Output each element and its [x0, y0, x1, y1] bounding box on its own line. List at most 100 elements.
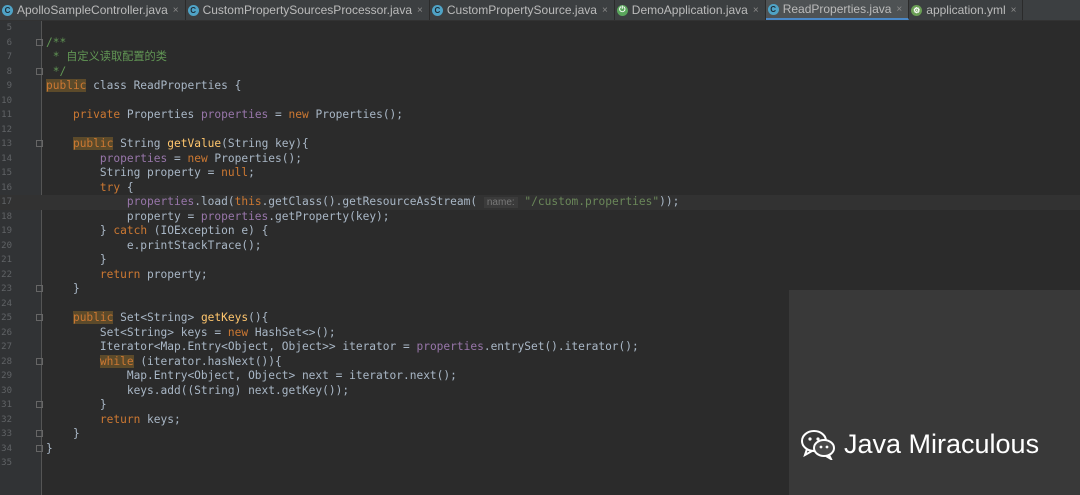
fold-icon[interactable] — [36, 314, 43, 321]
code-text: .entrySet().iterator(); — [483, 340, 639, 353]
code-text: HashSet<>(); — [248, 325, 336, 339]
close-icon[interactable]: × — [1011, 5, 1017, 16]
line-number: 6 — [6, 37, 12, 48]
field: properties — [416, 340, 484, 353]
code-text: e.printStackTrace(); — [126, 238, 262, 252]
keyword: public — [72, 311, 114, 324]
line-number: 18 — [1, 211, 12, 222]
code-text: (String key){ — [221, 137, 309, 150]
fold-icon[interactable] — [36, 67, 43, 75]
yml-icon: ⚙ — [911, 4, 923, 16]
code-text: .getProperty(key); — [268, 209, 390, 223]
code-text: .load( — [194, 195, 235, 208]
line-number: 29 — [1, 371, 12, 381]
tab-label: ApolloSampleController.java — [17, 3, 168, 17]
code-line-current: 17 properties.load(this.getClass().getRe… — [0, 195, 1080, 210]
tab-label: CustomPropertySource.java — [446, 3, 597, 17]
tab-apollo-sample-controller[interactable]: C ApolloSampleController.java × — [0, 0, 186, 20]
close-icon[interactable]: × — [173, 5, 179, 16]
code-text: = — [167, 151, 188, 165]
line-number: 10 — [1, 95, 12, 106]
code-line: 15 String property = null; — [0, 166, 1080, 181]
fold-icon[interactable] — [36, 140, 43, 147]
code-text: property = — [126, 209, 201, 223]
fold-icon[interactable] — [36, 357, 43, 365]
code-line: 21 } — [0, 253, 1080, 268]
code-line: 16 try { — [0, 181, 1080, 196]
code-text: } — [99, 224, 114, 237]
watermark-overlay — [789, 290, 1080, 495]
watermark: Java Miraculous — [800, 428, 1039, 460]
keyword: new — [227, 325, 249, 339]
line-number: 22 — [1, 269, 12, 280]
keyword: return — [99, 267, 141, 281]
class-icon: C — [2, 4, 13, 16]
code-text: Set<String> — [113, 311, 201, 324]
line-number: 9 — [6, 81, 12, 91]
string-literal: "/custom.properties" — [524, 195, 660, 208]
code-line: 6 /** — [0, 36, 1080, 51]
code-text: Map.Entry<Object, Object> next = iterato… — [126, 369, 457, 382]
fold-icon[interactable] — [36, 444, 43, 452]
code-line: 18 property = properties.getProperty(key… — [0, 210, 1080, 225]
field: properties — [200, 108, 269, 121]
doc-comment: * 自定义读取配置的类 — [46, 50, 167, 63]
watermark-text: Java Miraculous — [844, 428, 1040, 459]
parameter-hint: name: — [483, 197, 518, 208]
code-text: Iterator<Map.Entry<Object, Object>> iter… — [99, 340, 417, 353]
code-line: 11 private Properties properties = new P… — [0, 108, 1080, 123]
code-line: 10 — [0, 94, 1080, 109]
code-text: keys; — [140, 412, 181, 426]
line-number: 13 — [1, 139, 12, 149]
code-text: class ReadProperties { — [86, 79, 242, 92]
code-text: { — [120, 180, 134, 194]
code-line: 19 } catch (IOException e) { — [0, 224, 1080, 239]
line-number: 14 — [1, 153, 12, 164]
tab-custom-property-sources-processor[interactable]: C CustomPropertySourcesProcessor.java × — [186, 0, 430, 20]
line-number: 28 — [1, 356, 12, 367]
line-number: 5 — [6, 23, 12, 33]
code-text: = — [268, 108, 289, 121]
code-line: 12 — [0, 123, 1080, 138]
tab-demo-application[interactable]: ⏻ DemoApplication.java × — [615, 0, 766, 20]
line-number: 11 — [1, 110, 12, 120]
tab-read-properties[interactable]: C ReadProperties.java × — [765, 0, 910, 20]
code-text: String — [113, 137, 168, 150]
tab-label: CustomPropertySourcesProcessor.java — [202, 3, 413, 17]
code-text: (){ — [248, 311, 269, 324]
close-icon[interactable]: × — [896, 4, 902, 15]
code-text: keys.add((String) next.getKey()); — [126, 383, 350, 397]
line-number: 12 — [1, 124, 12, 135]
doc-comment: /** — [46, 35, 67, 49]
line-number: 20 — [1, 240, 12, 251]
code-text: Properties(); — [308, 108, 404, 121]
wechat-icon — [801, 430, 835, 460]
tab-label: DemoApplication.java — [631, 3, 748, 17]
code-text: (IOException e) { — [147, 224, 269, 237]
fold-icon[interactable] — [36, 401, 43, 408]
code-line: 8 */ — [0, 65, 1080, 80]
keyword: public — [72, 137, 114, 150]
tab-application-yml[interactable]: ⚙ application.yml × — [909, 0, 1024, 20]
fold-icon[interactable] — [36, 38, 43, 46]
line-number: 31 — [1, 400, 12, 410]
fold-icon[interactable] — [36, 285, 43, 292]
tab-label: application.yml — [926, 3, 1006, 17]
keyword: while — [99, 354, 134, 368]
close-icon[interactable]: × — [602, 5, 608, 16]
keyword: try — [99, 180, 121, 194]
fold-icon[interactable] — [36, 430, 43, 437]
code-text: } — [46, 441, 53, 455]
close-icon[interactable]: × — [417, 5, 423, 16]
editor-tab-bar: C ApolloSampleController.java × C Custom… — [0, 0, 1080, 21]
line-number: 19 — [1, 226, 12, 236]
line-number: 25 — [1, 313, 12, 323]
code-line: 5 — [0, 21, 1080, 36]
line-number: 23 — [1, 284, 12, 294]
close-icon[interactable]: × — [753, 5, 759, 16]
method-name: getValue — [167, 137, 222, 150]
line-number: 35 — [1, 458, 12, 468]
class-icon: C — [431, 4, 443, 16]
code-line: 13 public String getValue(String key){ — [0, 137, 1080, 152]
tab-custom-property-source[interactable]: C CustomPropertySource.java × — [430, 0, 615, 20]
